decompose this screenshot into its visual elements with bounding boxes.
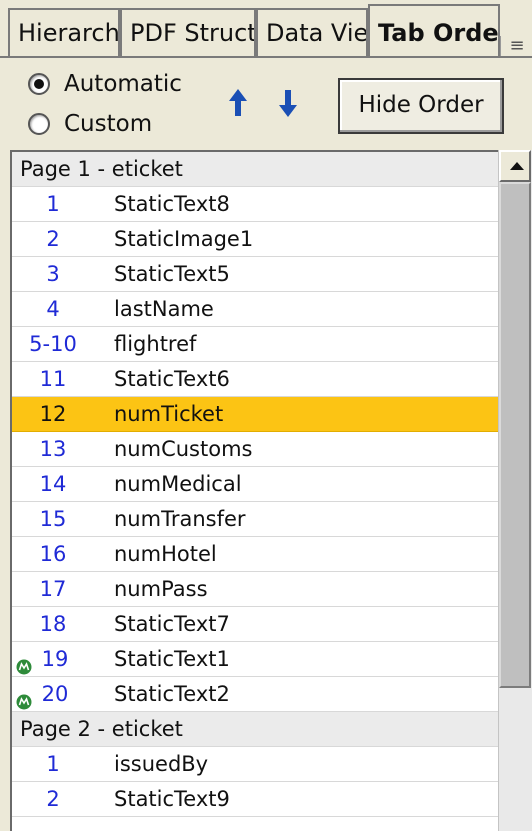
list-item[interactable]: 1 StaticText8: [12, 187, 498, 222]
list-item[interactable]: 13 numCustoms: [12, 432, 498, 467]
field-name: StaticText2: [114, 682, 230, 706]
arrow-up-icon[interactable]: [226, 86, 250, 120]
field-name: lastName: [114, 297, 214, 321]
list-item[interactable]: 20 StaticText2: [12, 677, 498, 712]
radio-custom[interactable]: Custom: [28, 106, 152, 142]
tab-data-view[interactable]: Data View: [256, 8, 368, 56]
tab-order-list[interactable]: Page 1 - eticket 1 StaticText8 2 StaticImage…: [10, 150, 532, 831]
page-header[interactable]: Page 1 - eticket: [12, 152, 498, 187]
list-item[interactable]: 15 numTransfer: [12, 502, 498, 537]
radio-automatic[interactable]: Automatic: [28, 66, 182, 102]
field-name: StaticText5: [114, 262, 230, 286]
list-item[interactable]: 2 StaticText9: [12, 782, 498, 817]
field-name: numPass: [114, 577, 208, 601]
field-name: numTicket: [114, 402, 224, 426]
field-name: StaticImage1: [114, 227, 254, 251]
list-item[interactable]: 2 StaticImage1: [12, 222, 498, 257]
tab-order-list-items: Page 1 - eticket 1 StaticText8 2 StaticImage…: [12, 152, 498, 817]
page-header[interactable]: Page 2 - eticket: [12, 712, 498, 747]
tab-order-number: 11: [39, 367, 67, 391]
vertical-scrollbar[interactable]: [498, 150, 532, 831]
field-name: numMedical: [114, 472, 242, 496]
tab-order-number: 20: [41, 682, 69, 706]
tab-order-number: 2: [46, 787, 60, 811]
field-name: numTransfer: [114, 507, 246, 531]
tab-order-number: 2: [46, 227, 60, 251]
field-name: StaticText1: [114, 647, 230, 671]
hide-order-button[interactable]: Hide Order: [338, 78, 504, 134]
list-item[interactable]: 4 lastName: [12, 292, 498, 327]
list-item[interactable]: 3 StaticText5: [12, 257, 498, 292]
tab-pdf-structure[interactable]: PDF Structure: [120, 8, 256, 56]
panel-menu-icon[interactable]: ≡: [500, 36, 532, 56]
list-item-selected[interactable]: 12 numTicket: [12, 397, 498, 432]
list-item[interactable]: 19 StaticText1: [12, 642, 498, 677]
tab-strip: Hierarchy PDF Structure Data View Tab Or…: [0, 0, 532, 58]
radio-custom-label: Custom: [64, 111, 153, 137]
list-item[interactable]: 11 StaticText6: [12, 362, 498, 397]
field-name: StaticText8: [114, 192, 230, 216]
field-name: flightref: [114, 332, 197, 356]
tab-order-number: 17: [39, 577, 67, 601]
tab-strip-divider: [0, 56, 532, 58]
field-name: StaticText9: [114, 787, 230, 811]
field-name: StaticText6: [114, 367, 230, 391]
field-name: issuedBy: [114, 752, 209, 776]
list-item[interactable]: 16 numHotel: [12, 537, 498, 572]
arrow-down-icon[interactable]: [276, 86, 300, 120]
radio-automatic-label: Automatic: [64, 71, 182, 97]
list-item[interactable]: 5-10 flightref: [12, 327, 498, 362]
tab-order-number: 4: [46, 297, 60, 321]
field-name: numHotel: [114, 542, 217, 566]
tab-order-number: 1: [46, 192, 60, 216]
scroll-up-button[interactable]: [499, 150, 531, 182]
radio-automatic-circle[interactable]: [28, 73, 50, 95]
tab-order-number: 19: [41, 647, 69, 671]
tab-order-number: 12: [39, 402, 67, 426]
field-name: numCustoms: [114, 437, 253, 461]
tab-order-number: 18: [39, 612, 67, 636]
tab-order-number: 14: [39, 472, 67, 496]
tab-order-number: 3: [46, 262, 60, 286]
scroll-thumb[interactable]: [499, 182, 531, 688]
arrow-up-icon-svg: [229, 89, 247, 116]
tab-order-number: 5-10: [29, 332, 77, 356]
radio-custom-circle[interactable]: [28, 113, 50, 135]
list-item[interactable]: 1 issuedBy: [12, 747, 498, 782]
tab-hierarchy[interactable]: Hierarchy: [8, 8, 120, 56]
list-item[interactable]: 14 numMedical: [12, 467, 498, 502]
arrow-down-icon-svg: [279, 90, 297, 117]
tab-order-number: 15: [39, 507, 67, 531]
tab-order-number: 16: [39, 542, 67, 566]
tab-order-number: 1: [46, 752, 60, 776]
list-item[interactable]: 17 numPass: [12, 572, 498, 607]
field-name: StaticText7: [114, 612, 230, 636]
list-item[interactable]: 18 StaticText7: [12, 607, 498, 642]
tab-tab-order[interactable]: Tab Order: [368, 4, 500, 56]
tab-order-number: 13: [39, 437, 67, 461]
